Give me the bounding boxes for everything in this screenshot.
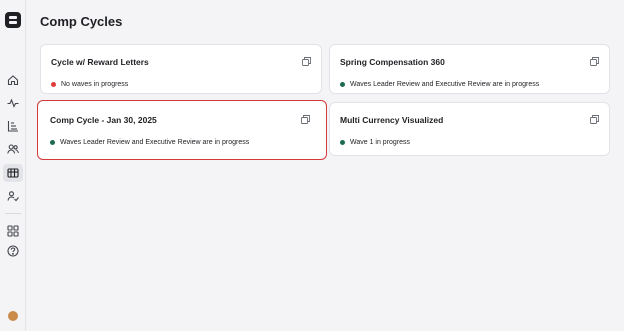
user-check-icon[interactable] [5,188,21,204]
cycle-status: Waves Leader Review and Executive Review… [340,81,539,88]
cycle-title: Multi Currency Visualized [340,115,444,125]
cycle-status-text: No waves in progress [61,81,129,88]
cycle-card-selected[interactable]: Comp Cycle - Jan 30, 2025 Waves Leader R… [37,100,327,160]
apps-grid-icon[interactable] [5,223,21,239]
main-content: Comp Cycles Cycle w/ Reward Letters No w… [26,0,624,331]
sidebar [0,0,26,331]
cycle-card[interactable]: Multi Currency Visualized Wave 1 in prog… [329,102,610,156]
open-in-new-icon[interactable] [590,57,599,66]
home-icon[interactable] [5,72,21,88]
app-logo[interactable] [5,12,21,28]
avatar[interactable] [8,311,18,321]
status-dot-green-icon [340,82,345,87]
status-dot-green-icon [340,140,345,145]
org-chart-icon[interactable] [5,118,21,134]
cycle-status-text: Waves Leader Review and Executive Review… [350,81,540,88]
open-in-new-icon[interactable] [301,115,310,124]
status-dot-red-icon [51,82,56,87]
help-icon[interactable] [5,243,21,259]
open-in-new-icon[interactable] [590,115,599,124]
cycle-status-text: Waves Leader Review and Executive Review… [60,139,250,146]
cycle-card[interactable]: Cycle w/ Reward Letters No waves in prog… [40,44,322,94]
cycle-title: Spring Compensation 360 [340,57,445,67]
status-dot-green-icon [50,140,55,145]
cycle-status: Wave 1 in progress [340,139,410,146]
cycle-title: Cycle w/ Reward Letters [51,57,149,67]
cycle-card[interactable]: Spring Compensation 360 Waves Leader Rev… [329,44,610,94]
comp-cycles-icon[interactable] [3,164,23,182]
cycle-status-text: Wave 1 in progress [350,139,411,146]
page-title: Comp Cycles [40,14,123,29]
sidebar-divider [5,213,21,214]
activity-icon[interactable] [5,95,21,111]
cycle-status: Waves Leader Review and Executive Review… [50,139,249,146]
cycle-title: Comp Cycle - Jan 30, 2025 [50,115,157,125]
cycle-status: No waves in progress [51,81,128,88]
people-icon[interactable] [5,141,21,157]
open-in-new-icon[interactable] [302,57,311,66]
